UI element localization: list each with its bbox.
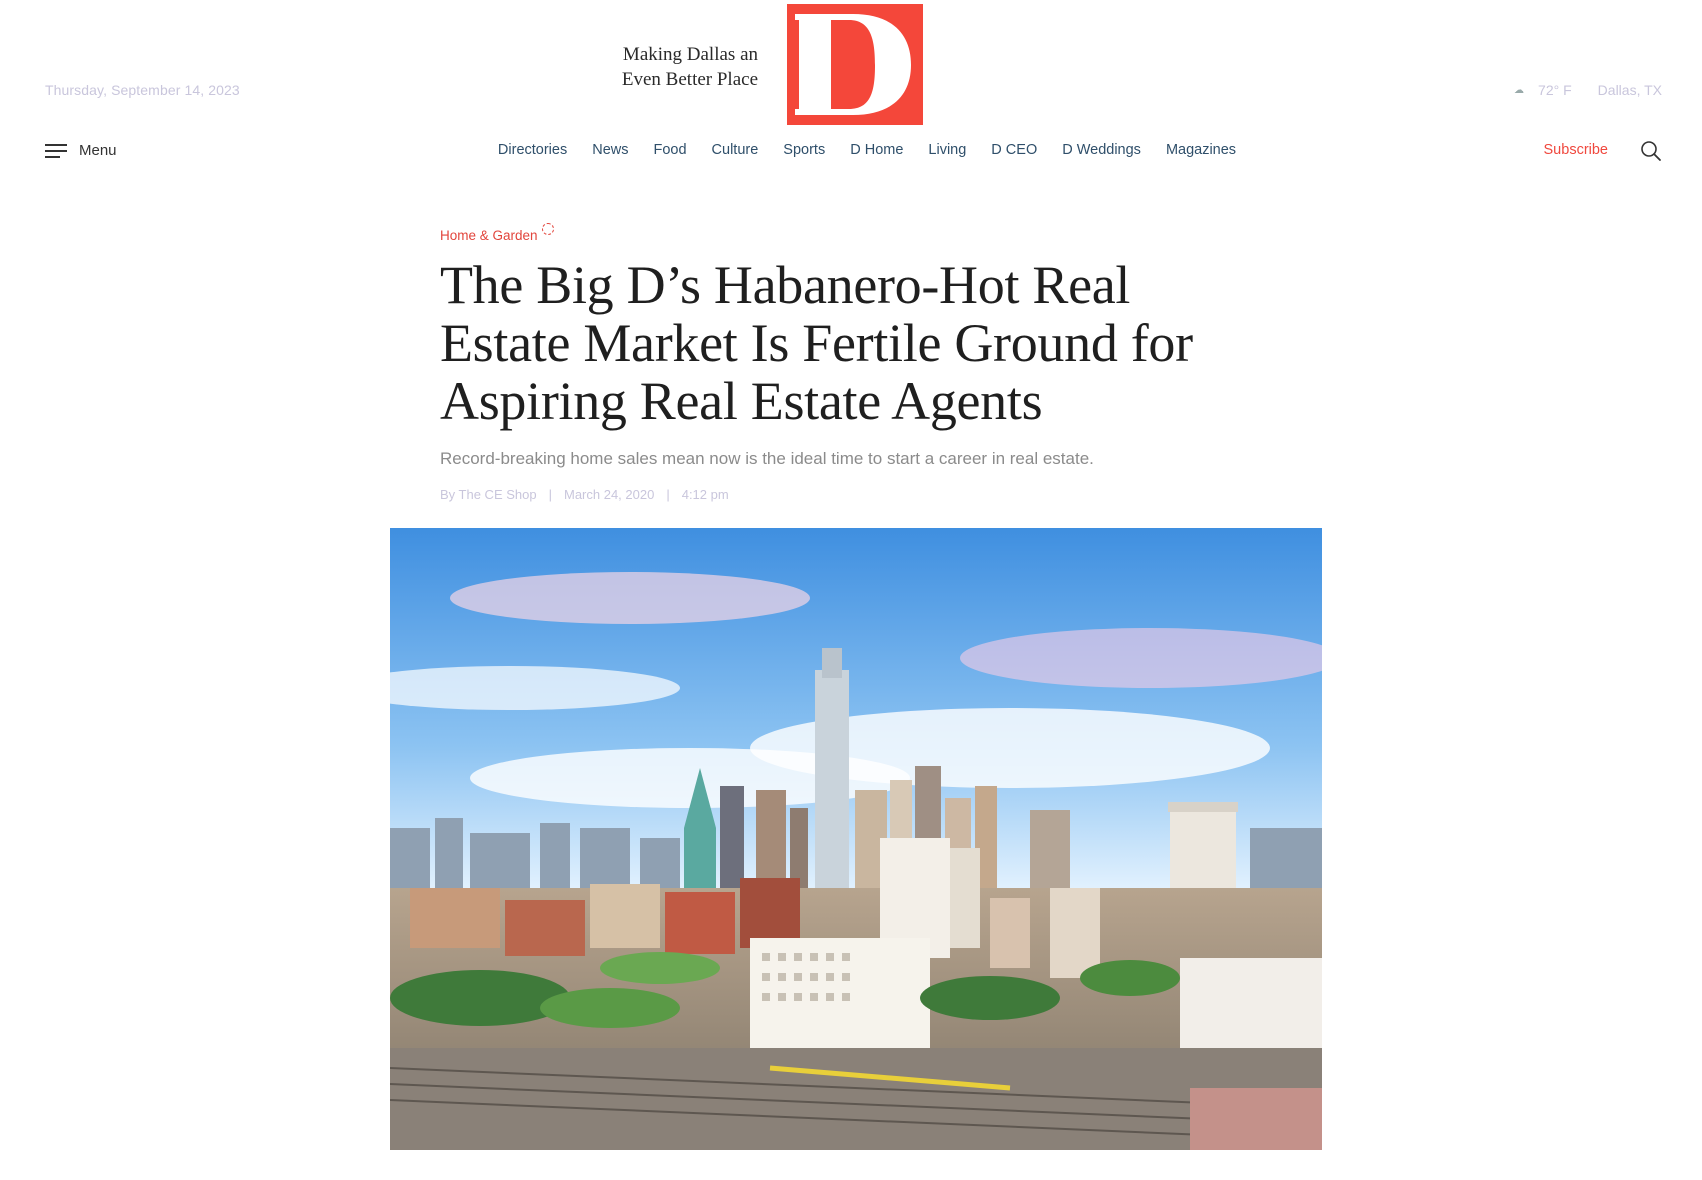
category-label: Home & Garden — [440, 228, 538, 243]
category-link[interactable]: Home & Garden — [440, 223, 554, 243]
hero-image — [390, 528, 1322, 1150]
nav-item-culture[interactable]: Culture — [712, 142, 759, 158]
weather-icon: ☁ — [1514, 84, 1525, 96]
nav-item-d-home[interactable]: D Home — [850, 142, 903, 158]
publish-date: March 24, 2020 — [563, 487, 655, 502]
article-headline: The Big D’s Habanero-Hot Real Estate Mar… — [440, 255, 1193, 431]
dallas-skyline-illustration — [390, 528, 1322, 1150]
logo-d-mark — [795, 14, 911, 115]
subscribe-link[interactable]: Subscribe — [1544, 142, 1608, 158]
site-logo[interactable] — [787, 4, 923, 125]
author-link[interactable]: By The CE Shop — [440, 487, 537, 502]
nav-item-sports[interactable]: Sports — [783, 142, 825, 158]
tagline-line-1: Making Dallas an — [622, 44, 758, 65]
nav-item-d-weddings[interactable]: D Weddings — [1062, 142, 1141, 158]
nav-item-directories[interactable]: Directories — [498, 142, 567, 158]
sponsored-icon — [541, 223, 554, 235]
temperature: 72° F — [1538, 82, 1572, 98]
weather-widget: ☁ 72° F Dallas, TX — [1514, 82, 1662, 98]
article-byline: By The CE Shop | March 24, 2020 | 4:12 p… — [440, 487, 729, 502]
main-nav: Directories News Food Culture Sports D H… — [0, 142, 1702, 158]
nav-item-magazines[interactable]: Magazines — [1166, 142, 1236, 158]
location: Dallas, TX — [1597, 82, 1662, 98]
nav-item-living[interactable]: Living — [928, 142, 966, 158]
nav-item-news[interactable]: News — [592, 142, 628, 158]
nav-item-food[interactable]: Food — [653, 142, 686, 158]
site-tagline: Making Dallas an Even Better Place — [598, 42, 758, 92]
nav-item-d-ceo[interactable]: D CEO — [991, 142, 1037, 158]
search-icon[interactable] — [1640, 140, 1662, 162]
current-date: Thursday, September 14, 2023 — [45, 82, 240, 98]
byline-divider: | — [548, 487, 552, 502]
article-dek: Record-breaking home sales mean now is t… — [440, 449, 1094, 468]
publish-time: 4:12 pm — [681, 487, 729, 502]
tagline-line-2: Even Better Place — [621, 69, 758, 90]
byline-divider: | — [666, 487, 670, 502]
